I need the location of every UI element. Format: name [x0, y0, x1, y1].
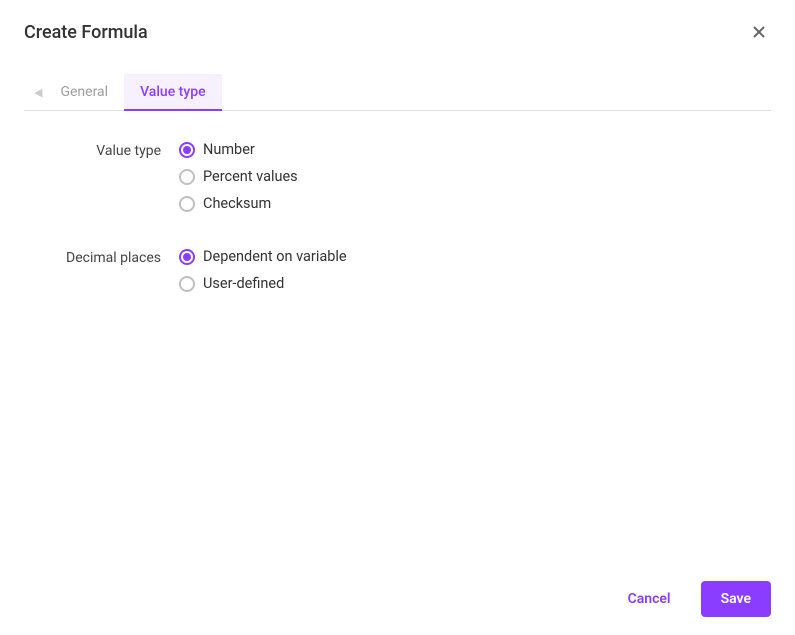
- tab-general[interactable]: General: [44, 74, 124, 110]
- close-icon: [751, 24, 767, 40]
- radio-label: User-defined: [203, 275, 284, 292]
- dialog-header: Create Formula: [0, 0, 795, 54]
- radio-icon: [179, 169, 195, 185]
- radio-user-defined[interactable]: User-defined: [179, 275, 347, 292]
- field-decimal-places: Decimal places Dependent on variable Use…: [24, 248, 771, 292]
- radio-label: Number: [203, 141, 255, 158]
- radio-icon: [179, 196, 195, 212]
- radio-number[interactable]: Number: [179, 141, 298, 158]
- radio-label: Dependent on variable: [203, 248, 347, 265]
- tab-value-type[interactable]: Value type: [124, 74, 222, 110]
- radio-dependent-on-variable[interactable]: Dependent on variable: [179, 248, 347, 265]
- field-value-type: Value type Number Percent values Checksu…: [24, 141, 771, 212]
- radio-checksum[interactable]: Checksum: [179, 195, 298, 212]
- field-label-value-type: Value type: [24, 141, 179, 212]
- dialog-footer: Cancel Save: [0, 563, 795, 635]
- tabs-container: ◀ General Value type: [24, 74, 771, 111]
- radio-label: Checksum: [203, 195, 271, 212]
- radio-icon: [179, 142, 195, 158]
- save-button[interactable]: Save: [701, 581, 771, 617]
- field-label-decimal-places: Decimal places: [24, 248, 179, 292]
- radio-group-value-type: Number Percent values Checksum: [179, 141, 298, 212]
- cancel-button[interactable]: Cancel: [608, 581, 691, 617]
- dialog-title: Create Formula: [24, 22, 148, 43]
- radio-percent-values[interactable]: Percent values: [179, 168, 298, 185]
- radio-label: Percent values: [203, 168, 298, 185]
- form-body: Value type Number Percent values Checksu…: [0, 111, 795, 292]
- tab-scroll-left-icon: ◀: [32, 86, 44, 99]
- radio-group-decimal-places: Dependent on variable User-defined: [179, 248, 347, 292]
- radio-icon: [179, 276, 195, 292]
- close-button[interactable]: [747, 20, 771, 44]
- radio-icon: [179, 249, 195, 265]
